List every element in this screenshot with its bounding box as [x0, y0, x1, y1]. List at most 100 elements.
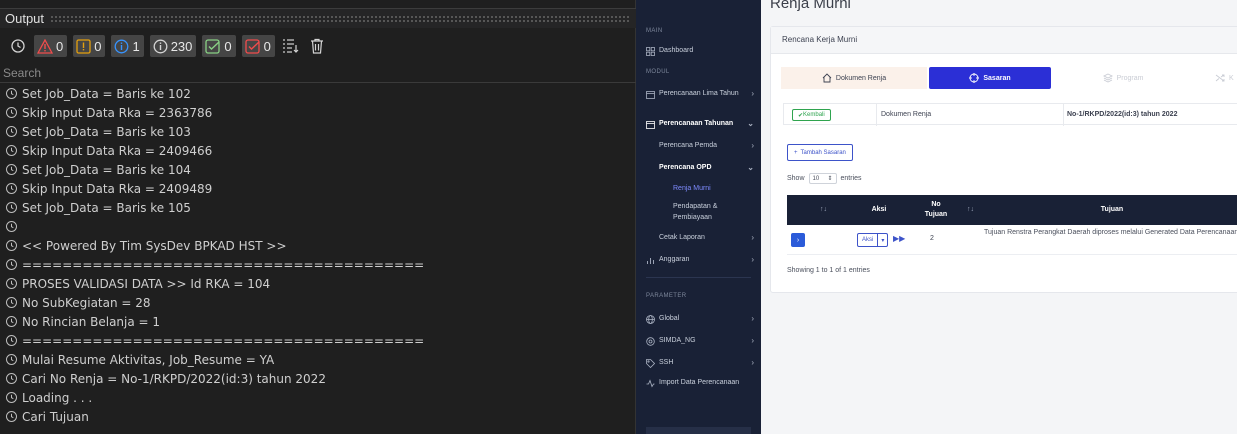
column-header-tujuan[interactable]: Tujuan: [1027, 206, 1197, 213]
sidebar-item-simda-ng[interactable]: SIMDA_NG ›: [646, 336, 754, 346]
tab-label: Dokumen Renja: [835, 74, 887, 82]
tab-sasaran[interactable]: Sasaran: [929, 67, 1051, 89]
tab-program[interactable]: Program: [1053, 67, 1193, 89]
chevron-right-icon: ›: [751, 255, 754, 264]
error-icon: [37, 38, 53, 54]
aksi-dropdown-button[interactable]: Aksi ▾: [857, 233, 889, 247]
plus-icon: +: [794, 149, 798, 156]
panel-drag-handle[interactable]: [50, 15, 630, 22]
sidebar: MAIN Dashboard MODUL Perencanaan Lima Ta…: [636, 0, 761, 434]
log-line: Cari Tujuan: [0, 407, 636, 426]
log-line: No SubKegiatan = 28: [0, 293, 636, 312]
search-placeholder: Search: [3, 66, 42, 80]
sidebar-item-label: SIMDA_NG: [659, 337, 696, 344]
log-text: ========================================: [22, 333, 425, 348]
log-line: Skip Input Data Rka = 2409466: [0, 141, 636, 160]
tambah-sasaran-button[interactable]: + Tambah Sasaran: [787, 144, 853, 161]
clock-icon: [6, 164, 17, 175]
sidebar-item-import-data[interactable]: Import Data Perencanaan: [646, 378, 754, 388]
sidebar-section-parameter: PARAMETER: [646, 293, 687, 299]
log-line: Set Job_Data = Baris ke 104: [0, 160, 636, 179]
sidebar-item-cetak-laporan[interactable]: Cetak Laporan ›: [659, 233, 754, 243]
table-row: › Aksi ▾ ▶▶ 2 Tujuan Renstra Perangkat D…: [787, 225, 1237, 255]
column-header-aksi[interactable]: Aksi: [857, 206, 901, 213]
kembali-button[interactable]: ✔ Kembali: [792, 109, 831, 121]
clock-icon: [6, 145, 17, 156]
sidebar-item-label: Dashboard: [659, 47, 694, 54]
sidebar-item-perencana-pemda[interactable]: Perencana Pemda ›: [659, 141, 754, 151]
log-text: Set Job_Data = Baris ke 105: [22, 200, 191, 215]
log-text: Set Job_Data = Baris ke 103: [22, 124, 191, 139]
tab-dokumen-renja[interactable]: Dokumen Renja: [781, 67, 927, 89]
sidebar-item-dashboard[interactable]: Dashboard: [646, 46, 754, 56]
sidebar-item-perencana-opd[interactable]: Perencana OPD ⌄: [659, 163, 754, 173]
sidebar-item-label: Perencana OPD: [659, 164, 712, 171]
double-arrow-icon[interactable]: ▶▶: [893, 234, 905, 243]
clock-icon: [6, 373, 17, 384]
sidebar-item-renja-murni[interactable]: Renja Murni: [673, 183, 753, 194]
log-text: Cari Tujuan: [22, 409, 89, 424]
info-filter-button[interactable]: 1: [111, 35, 144, 57]
entries-select[interactable]: 10 ⇕: [808, 173, 837, 184]
log-text: No Rincian Belanja = 1: [22, 314, 161, 329]
sidebar-item-perencanaan-lima-tahun[interactable]: Perencanaan Lima Tahun ›: [646, 89, 754, 99]
log-text: Set Job_Data = Baris ke 104: [22, 162, 191, 177]
row-no-tujuan: 2: [930, 235, 934, 242]
grid-icon: [646, 47, 655, 56]
sidebar-item-global[interactable]: Global ›: [646, 314, 754, 324]
activity-icon: [646, 379, 655, 388]
sidebar-item-anggaran[interactable]: Anggaran ›: [646, 255, 754, 265]
sidebar-item-label: SSH: [659, 359, 674, 366]
column-header-no-tujuan[interactable]: No Tujuan: [924, 200, 948, 220]
log-line: ========================================: [0, 331, 636, 350]
expand-row-button[interactable]: ›: [791, 233, 805, 247]
entries-control: Show 10 ⇕ entries: [787, 173, 862, 184]
filter-list-icon[interactable]: [281, 36, 301, 56]
log-filter-button[interactable]: 230: [149, 35, 197, 57]
sidebar-item-pendapatan-pembiayaan[interactable]: Pendapatan & Pembiayaan: [673, 201, 735, 223]
calendar-icon: [646, 121, 655, 129]
sort-icon[interactable]: ↑↓: [820, 206, 827, 213]
clock-icon: [6, 183, 17, 194]
log-line: << Powered By Tim SysDev BPKAD HST >>: [0, 236, 636, 255]
chevron-right-icon: ›: [751, 141, 754, 150]
sidebar-item-ssh[interactable]: SSH ›: [646, 358, 754, 368]
output-title: Output: [5, 11, 45, 26]
info-count: 1: [132, 38, 140, 54]
success-filter-button[interactable]: 0: [202, 35, 236, 57]
trash-icon[interactable]: [307, 36, 327, 56]
crosshair-icon: [969, 73, 980, 83]
log-line: Loading . . .: [0, 388, 636, 407]
log-text: Mulai Resume Aktivitas, Job_Resume = YA: [22, 352, 275, 367]
clock-icon: [6, 411, 17, 422]
error-filter-button[interactable]: 0: [34, 35, 68, 57]
warning-filter-button[interactable]: 0: [73, 35, 106, 57]
check-filter-button[interactable]: 0: [241, 35, 275, 57]
log-line: Set Job_Data = Baris ke 105: [0, 198, 636, 217]
clock-icon: [6, 107, 17, 118]
tab-label: K: [1229, 74, 1234, 82]
tab-next[interactable]: K: [1215, 67, 1237, 89]
output-search-input[interactable]: Search: [0, 63, 636, 83]
check-count: 0: [263, 38, 271, 54]
chevron-right-icon: ›: [751, 336, 754, 345]
log-text: ========================================: [22, 257, 425, 272]
clock-icon[interactable]: [8, 36, 28, 56]
clock-icon: [6, 221, 17, 232]
settings-icon: [646, 337, 655, 346]
sort-icon[interactable]: ↑↓: [967, 206, 974, 213]
sidebar-item-perencanaan-tahunan[interactable]: Perencanaan Tahunan ⌄: [646, 119, 754, 129]
warning-icon: [76, 38, 91, 54]
clock-icon: [6, 316, 17, 327]
log-line: Set Job_Data = Baris ke 102: [0, 84, 636, 103]
clock-icon: [6, 278, 17, 289]
sidebar-divider: [646, 277, 751, 278]
sidebar-item-label: Anggaran: [659, 256, 690, 263]
sort-updown-icon: ⇕: [827, 176, 833, 182]
log-line: No Rincian Belanja = 1: [0, 312, 636, 331]
layers-icon: [1102, 73, 1113, 83]
chevron-down-icon: ⌄: [747, 119, 754, 128]
sidebar-section-main: MAIN: [646, 28, 663, 34]
rencana-kerja-card: Rencana Kerja Murni Dokumen Renja Sasara…: [770, 26, 1237, 293]
sidebar-item-label: Import Data Perencanaan: [659, 379, 740, 386]
